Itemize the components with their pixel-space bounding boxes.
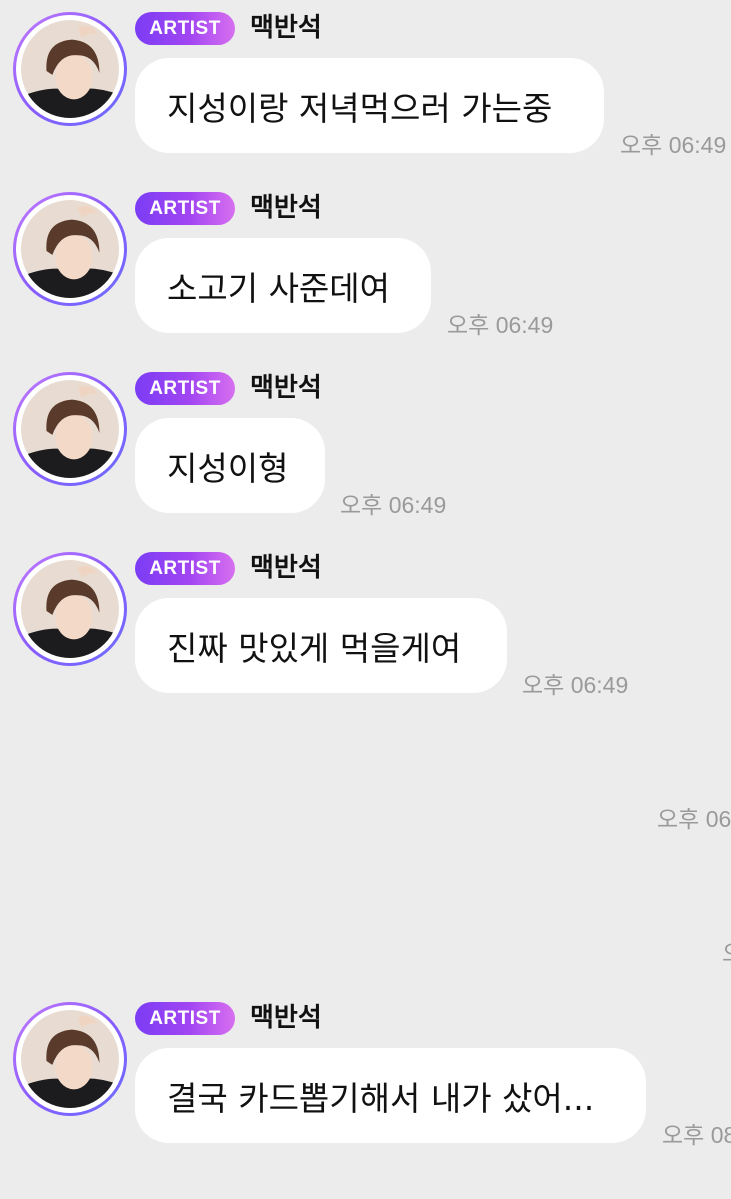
avatar[interactable] <box>13 192 127 306</box>
message-bubble[interactable]: 진짜 맛있게 먹을게여 <box>135 598 507 693</box>
message-bubble[interactable]: 지성이랑 저녁먹으러 가는중 <box>135 58 604 153</box>
avatar[interactable] <box>13 552 127 666</box>
artist-badge: ARTIST <box>135 552 235 585</box>
message-bubble[interactable]: 소고기 사준데여 <box>135 238 431 333</box>
avatar-photo-icon <box>21 380 119 478</box>
sender-name: 맥반석 <box>250 13 322 43</box>
avatar-photo-icon <box>21 560 119 658</box>
avatar-photo-icon <box>21 200 119 298</box>
artist-badge: ARTIST <box>135 192 235 225</box>
message-bubble[interactable]: 결국 카드뽑기해서 내가 샀어... <box>135 1048 646 1143</box>
message-timestamp: 오후 06 <box>657 806 731 832</box>
avatar[interactable] <box>13 1002 127 1116</box>
avatar[interactable] <box>13 372 127 486</box>
artist-badge: ARTIST <box>135 12 235 45</box>
sender-name: 맥반석 <box>250 553 322 583</box>
avatar-photo-icon <box>21 1010 119 1108</box>
message-timestamp: 오후 08 <box>662 1122 731 1148</box>
avatar-photo-icon <box>21 20 119 118</box>
message-bubble[interactable]: 지성이형 <box>135 418 325 513</box>
message-timestamp: 오후 06:49 <box>620 132 727 158</box>
artist-badge: ARTIST <box>135 1002 235 1035</box>
message-timestamp: 오후 06:49 <box>340 492 447 518</box>
sender-name: 맥반석 <box>250 193 322 223</box>
avatar[interactable] <box>13 12 127 126</box>
sender-name: 맥반석 <box>250 1003 322 1033</box>
message-timestamp: 오 <box>722 934 731 968</box>
message-timestamp: 오후 06:49 <box>522 672 629 698</box>
artist-badge: ARTIST <box>135 372 235 405</box>
message-timestamp: 오후 06:49 <box>447 312 554 338</box>
sender-name: 맥반석 <box>250 373 322 403</box>
